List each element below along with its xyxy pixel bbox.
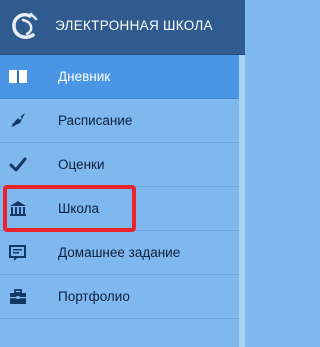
rocket-icon [11, 113, 25, 127]
sidebar-right-edge [239, 55, 245, 347]
sidebar-item-label: Портфолио [58, 289, 130, 304]
sidebar-item-school[interactable]: Школа [0, 187, 245, 231]
book-icon [9, 70, 27, 83]
sidebar-item-label: Расписание [58, 113, 133, 128]
sidebar-item-grades[interactable]: Оценки [0, 143, 245, 187]
sidebar-item-schedule[interactable]: Расписание [0, 99, 245, 143]
sidebar-item-diary[interactable]: Дневник [0, 55, 245, 99]
sidebar-item-label: Оценки [58, 157, 105, 172]
briefcase-icon [10, 289, 26, 304]
school-logo-icon[interactable] [8, 10, 42, 44]
app-title: ЭЛЕКТРОННАЯ ШКОЛА [55, 18, 213, 33]
sidebar-item-portfolio[interactable]: Портфолио [0, 275, 245, 319]
sidebar-menu: Дневник Расписание Оценки Школа Домашнее… [0, 55, 245, 319]
sidebar-item-label: Школа [58, 201, 100, 216]
homework-icon [9, 245, 26, 261]
sidebar-item-homework[interactable]: Домашнее задание [0, 231, 245, 275]
sidebar-item-label: Домашнее задание [58, 245, 181, 260]
app-header: ЭЛЕКТРОННАЯ ШКОЛА [0, 0, 245, 55]
bank-building-icon [10, 201, 26, 216]
checkmark-icon [9, 157, 27, 172]
sidebar-item-label: Дневник [58, 69, 111, 84]
